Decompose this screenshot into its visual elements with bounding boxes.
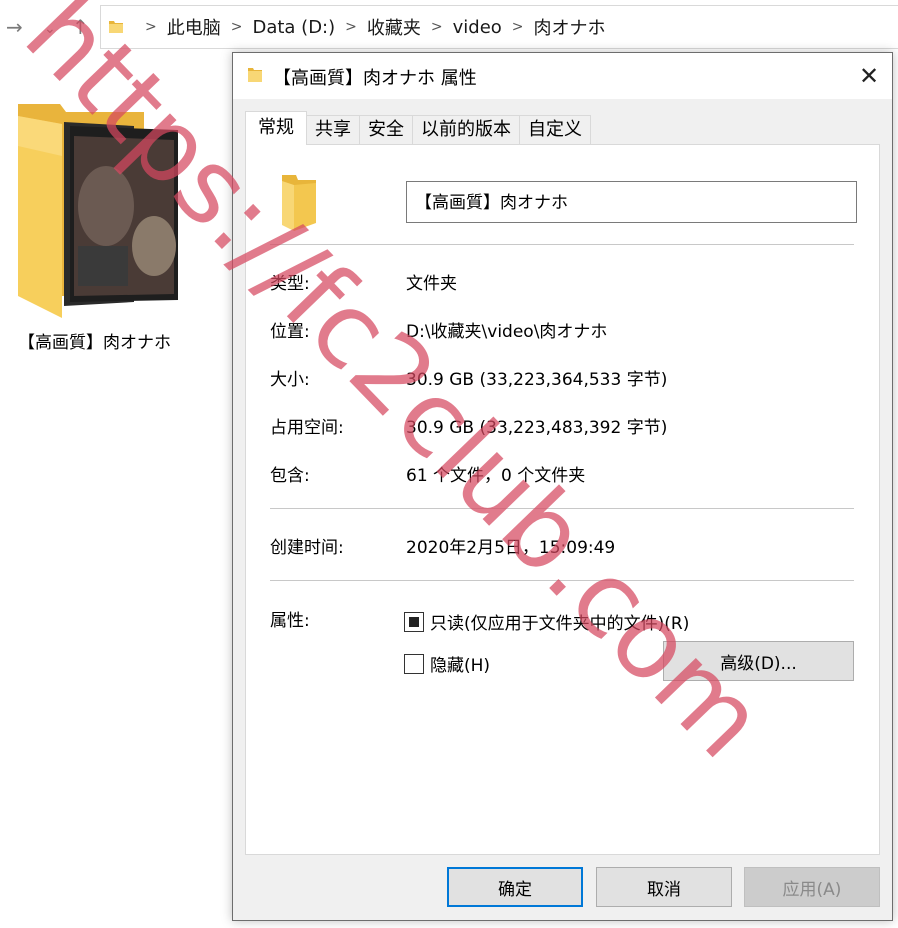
type-value: 文件夹 bbox=[406, 274, 457, 294]
hidden-checkbox-row[interactable]: 隐藏(H) bbox=[404, 651, 490, 676]
tab-security[interactable]: 安全 bbox=[359, 115, 413, 145]
readonly-checkbox[interactable] bbox=[404, 611, 424, 632]
apply-button[interactable]: 应用(A) bbox=[744, 867, 880, 907]
size-label: 大小: bbox=[270, 370, 310, 390]
advanced-button[interactable]: 高级(D)... bbox=[663, 641, 854, 681]
readonly-checkbox-row[interactable]: 只读(仅应用于文件夹中的文件)(R) bbox=[404, 609, 689, 634]
disk-size-label: 占用空间: bbox=[270, 418, 344, 438]
tab-sharing[interactable]: 共享 bbox=[306, 115, 360, 145]
breadcrumb-this-pc[interactable]: 此电脑 bbox=[167, 14, 221, 40]
folder-thumbnail-icon[interactable] bbox=[14, 96, 184, 318]
chevron-right-icon[interactable]: > bbox=[431, 19, 443, 35]
attributes-label: 属性: bbox=[270, 611, 310, 631]
up-arrow-icon[interactable]: ↑ bbox=[72, 12, 89, 42]
tab-strip: 常规 共享 安全 以前的版本 自定义 bbox=[245, 111, 591, 145]
folder-icon bbox=[248, 68, 262, 82]
chevron-right-icon[interactable]: > bbox=[231, 19, 243, 35]
contains-label: 包含: bbox=[270, 466, 310, 486]
breadcrumb-data-drive[interactable]: Data (D:) bbox=[252, 17, 335, 38]
ok-button[interactable]: 确定 bbox=[447, 867, 583, 907]
properties-dialog: 【高画質】肉オナホ 属性 ✕ 常规 共享 安全 以前的版本 自定义 【高画質】肉… bbox=[232, 52, 893, 921]
location-label: 位置: bbox=[270, 322, 310, 342]
address-bar[interactable]: > 此电脑 > Data (D:) > 收藏夹 > video > 肉オナホ bbox=[100, 5, 898, 49]
folder-icon bbox=[282, 175, 316, 231]
created-label: 创建时间: bbox=[270, 538, 344, 558]
chevron-right-icon[interactable]: > bbox=[512, 19, 524, 35]
location-value: D:\收藏夹\video\肉オナホ bbox=[406, 322, 608, 342]
general-panel: 【高画質】肉オナホ 类型: 文件夹 位置: D:\收藏夹\video\肉オナホ … bbox=[245, 144, 880, 855]
readonly-label[interactable]: 只读(仅应用于文件夹中的文件)(R) bbox=[430, 609, 689, 634]
indeterminate-mark-icon bbox=[409, 616, 419, 627]
divider bbox=[270, 508, 854, 509]
screen: → ⌄ ↑ > 此电脑 > Data (D:) > 收藏夹 > video > … bbox=[0, 0, 898, 928]
breadcrumb-current-folder[interactable]: 肉オナホ bbox=[534, 14, 606, 40]
forward-arrow-icon[interactable]: → bbox=[6, 12, 23, 42]
breadcrumb-video[interactable]: video bbox=[453, 17, 502, 38]
dialog-title: 【高画質】肉オナホ 属性 bbox=[273, 68, 477, 89]
type-label: 类型: bbox=[270, 274, 310, 294]
created-value: 2020年2月5日，15:09:49 bbox=[406, 538, 616, 558]
folder-icon bbox=[109, 21, 123, 33]
breadcrumb-favorites[interactable]: 收藏夹 bbox=[367, 14, 421, 40]
close-icon[interactable]: ✕ bbox=[846, 53, 892, 99]
divider bbox=[270, 580, 854, 581]
size-value: 30.9 GB (33,223,364,533 字节) bbox=[406, 370, 668, 390]
hidden-checkbox[interactable] bbox=[404, 653, 424, 674]
hidden-label[interactable]: 隐藏(H) bbox=[430, 651, 490, 676]
disk-size-value: 30.9 GB (33,223,483,392 字节) bbox=[406, 418, 668, 438]
divider bbox=[270, 244, 854, 245]
dialog-titlebar[interactable]: 【高画質】肉オナホ 属性 ✕ bbox=[233, 53, 892, 99]
tab-general[interactable]: 常规 bbox=[245, 111, 307, 145]
contains-value: 61 个文件，0 个文件夹 bbox=[406, 466, 586, 486]
chevron-right-icon[interactable]: > bbox=[345, 19, 357, 35]
chevron-right-icon: > bbox=[145, 19, 157, 35]
recent-locations-chevron-icon[interactable]: ⌄ bbox=[44, 14, 56, 44]
cancel-button[interactable]: 取消 bbox=[596, 867, 732, 907]
tab-customize[interactable]: 自定义 bbox=[519, 115, 591, 145]
folder-name-input[interactable]: 【高画質】肉オナホ bbox=[406, 181, 857, 223]
explorer-nav-bar: → ⌄ ↑ > 此电脑 > Data (D:) > 收藏夹 > video > … bbox=[0, 0, 898, 52]
tab-previous-versions[interactable]: 以前的版本 bbox=[412, 115, 520, 145]
folder-caption[interactable]: 【高画質】肉オナホ bbox=[18, 328, 171, 353]
